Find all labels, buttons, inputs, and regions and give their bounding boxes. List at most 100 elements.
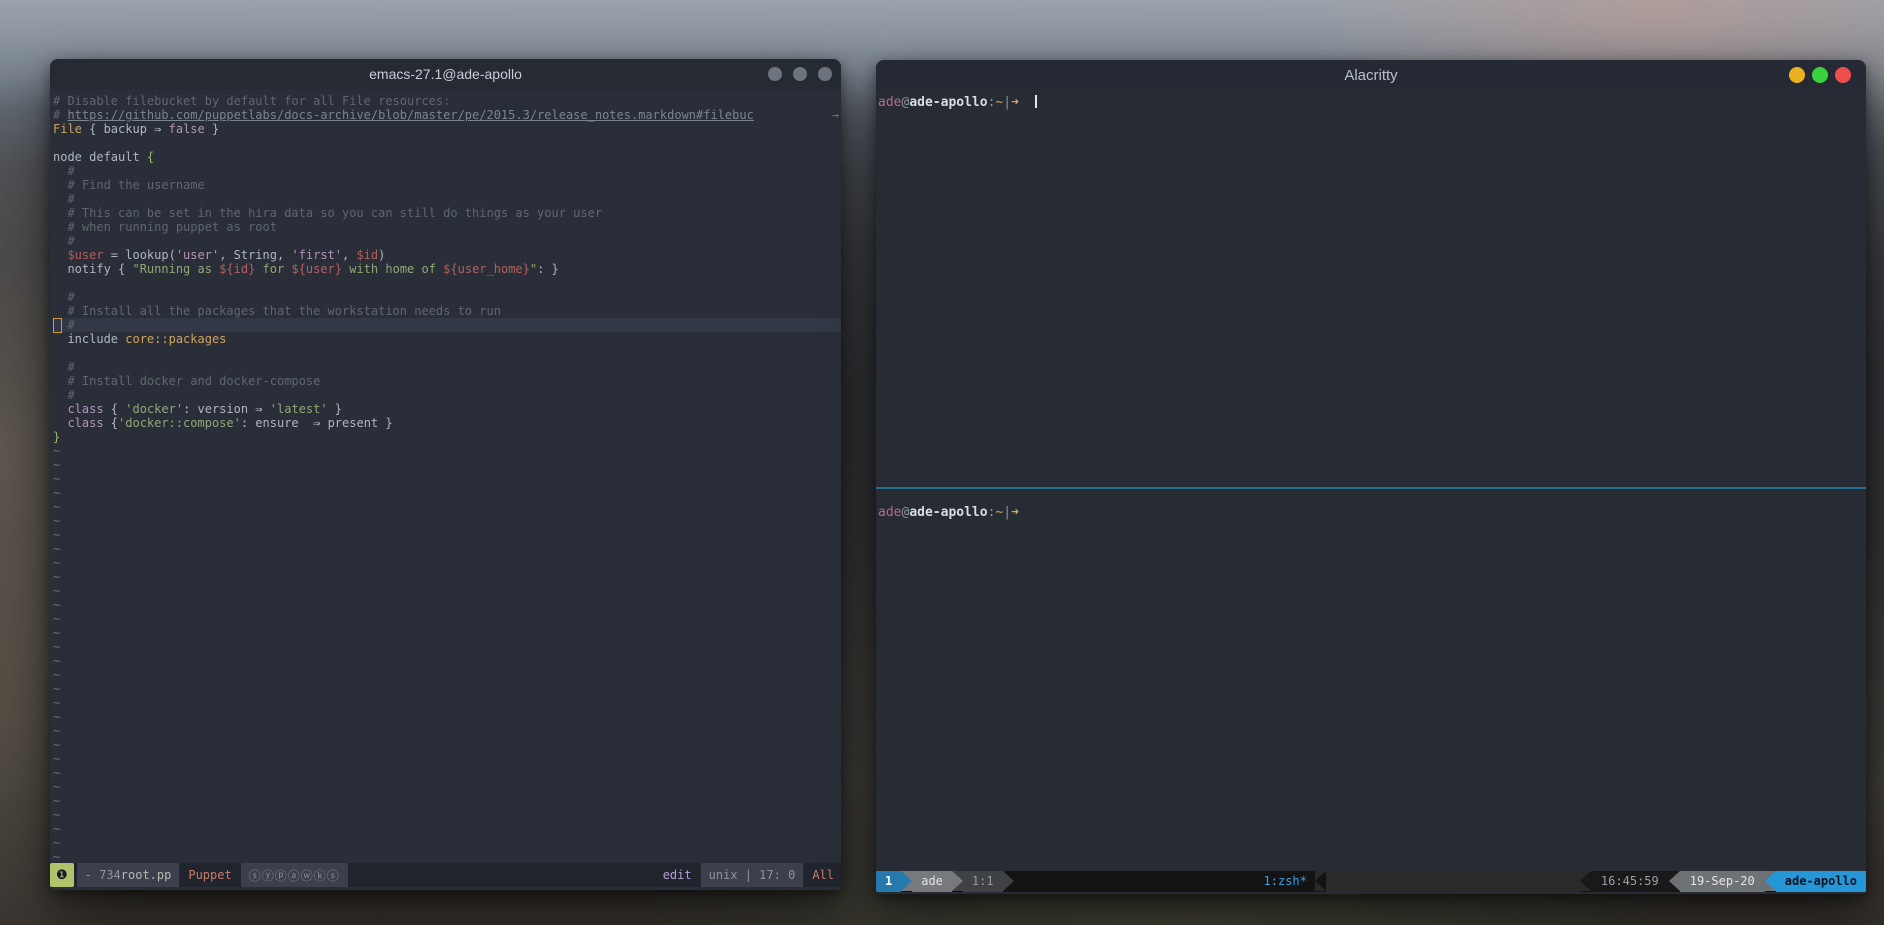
- empty-line-tilde: ~: [53, 822, 841, 836]
- prompt-pipe: |: [1003, 505, 1011, 520]
- code-token: [53, 402, 67, 416]
- code-token: #: [53, 388, 75, 402]
- major-mode-label[interactable]: Puppet: [179, 868, 240, 882]
- empty-line-tilde: ~: [53, 724, 841, 738]
- buffer-name[interactable]: root.pp: [121, 868, 172, 882]
- prompt-host: ade-apollo: [909, 95, 987, 110]
- code-line: # when running puppet as root: [53, 220, 841, 234]
- code-line: #: [53, 192, 841, 206]
- empty-line-tilde: ~: [53, 668, 841, 682]
- code-token: 'docker::compose': [118, 416, 241, 430]
- emacs-buffer[interactable]: # Disable filebucket by default for all …: [50, 89, 841, 863]
- code-token: #: [53, 360, 75, 374]
- empty-line-tilde: ~: [53, 556, 841, 570]
- tmux-active-window[interactable]: 1:zsh*: [1256, 871, 1315, 892]
- code-token: 'latest': [270, 402, 328, 416]
- empty-line-tilde: ~: [53, 836, 841, 850]
- code-line: #: [53, 290, 841, 304]
- code-token: with home of: [342, 262, 443, 276]
- code-token: { backup: [82, 122, 154, 136]
- empty-line-tilde: ~: [53, 486, 841, 500]
- code-token: false: [169, 122, 205, 136]
- tmux-user-segment: ade: [912, 871, 952, 892]
- code-token: ${id}: [219, 262, 255, 276]
- code-token: #: [53, 234, 75, 248]
- code-line: }: [53, 430, 841, 444]
- code-line: # Install all the packages that the work…: [53, 304, 841, 318]
- tmux-bar-spacer: [1014, 871, 1256, 892]
- code-line: #: [53, 234, 841, 248]
- empty-line-tilde: ~: [53, 654, 841, 668]
- code-token: [53, 416, 67, 430]
- empty-line-tilde: ~: [53, 766, 841, 780]
- code-token: class: [67, 416, 103, 430]
- code-line: notify { "Running as ${id} for ${user} w…: [53, 262, 841, 276]
- close-button-icon[interactable]: [1835, 67, 1851, 83]
- code-token: #: [53, 164, 75, 178]
- empty-line-tilde: ~: [53, 682, 841, 696]
- empty-line-tilde: ~: [53, 640, 841, 654]
- code-line: # Install docker and docker-compose: [53, 374, 841, 388]
- emacs-window[interactable]: emacs-27.1@ade-apollo # Disable filebuck…: [50, 59, 841, 890]
- empty-line-tilde: ~: [53, 542, 841, 556]
- empty-line-tilde: ~: [53, 472, 841, 486]
- code-token: File: [53, 122, 82, 136]
- code-token: ⇒: [255, 402, 262, 416]
- alacritty-window[interactable]: Alacritty ade@ade-apollo:~|➜ ade@ade-apo…: [876, 60, 1866, 894]
- powerline-arrow-icon: [1003, 871, 1014, 891]
- code-token: 'user': [176, 248, 219, 262]
- window-button-icon[interactable]: [818, 67, 832, 81]
- alacritty-titlebar[interactable]: Alacritty: [876, 60, 1866, 91]
- empty-line-tilde: ~: [53, 528, 841, 542]
- tmux-clock: 16:45:59: [1591, 871, 1669, 892]
- empty-line-tilde: ~: [53, 612, 841, 626]
- minimize-button-icon[interactable]: [1789, 67, 1805, 83]
- code-line: class {'docker::compose': ensure ⇒ prese…: [53, 416, 841, 430]
- empty-line-tilde: ~: [53, 570, 841, 584]
- empty-line-tilde: ~: [53, 738, 841, 752]
- code-line: node default {: [53, 150, 841, 164]
- code-token: # Install docker and docker-compose: [53, 374, 320, 388]
- window-button-icon[interactable]: [768, 67, 782, 81]
- code-line: # Disable filebucket by default for all …: [53, 94, 841, 108]
- emacs-window-buttons[interactable]: [768, 67, 832, 81]
- code-line: $user = lookup('user', String, 'first', …: [53, 248, 841, 262]
- tmux-hostname-badge: ade-apollo: [1776, 871, 1866, 892]
- tmux-status-bar: 1 ade 1:1 1:zsh* 16:45:59 19-Sep-20 ade-…: [876, 871, 1866, 892]
- code-token: }: [328, 402, 342, 416]
- alacritty-window-title: Alacritty: [1344, 67, 1397, 84]
- code-token: https://github.com/puppetlabs/docs-archi…: [67, 108, 753, 122]
- code-token: #: [53, 192, 75, 206]
- tmux-pane-top[interactable]: ade@ade-apollo:~|➜: [876, 91, 1866, 491]
- code-line: File { backup ⇒ false }: [53, 122, 841, 136]
- code-token: node default: [53, 150, 147, 164]
- code-token: #: [53, 108, 67, 122]
- powerline-arrow-icon: [1765, 871, 1776, 891]
- maximize-button-icon[interactable]: [1812, 67, 1828, 83]
- powerline-arrow-icon: [901, 871, 912, 891]
- emacs-titlebar[interactable]: emacs-27.1@ade-apollo: [50, 59, 841, 89]
- code-token: # Install all the packages that the work…: [53, 304, 501, 318]
- code-token: class: [67, 402, 103, 416]
- code-token: $id: [356, 248, 378, 262]
- desktop-wallpaper: emacs-27.1@ade-apollo # Disable filebuck…: [0, 0, 1884, 925]
- empty-line-tilde: ~: [53, 458, 841, 472]
- traffic-light-buttons[interactable]: [1789, 67, 1851, 83]
- code-token: : ensure: [241, 416, 313, 430]
- tmux-session-badge[interactable]: 1: [876, 871, 901, 892]
- tmux-pane-segment: 1:1: [963, 871, 1003, 892]
- empty-line-tilde: ~: [53, 444, 841, 458]
- prompt-arrow: ➜: [1011, 505, 1019, 520]
- empty-line-tilde: ~: [53, 598, 841, 612]
- code-token: →: [832, 108, 839, 122]
- window-button-icon[interactable]: [793, 67, 807, 81]
- code-token: #: [53, 290, 75, 304]
- tmux-pane-bottom[interactable]: ade@ade-apollo:~|➜: [876, 489, 1866, 887]
- tmux-bar-spacer: [1326, 871, 1580, 892]
- powerline-arrow-icon: [1580, 871, 1591, 891]
- code-token: ${user}: [291, 262, 342, 276]
- encoding-position-chip: unix | 17: 0: [701, 863, 804, 887]
- code-token: [263, 402, 270, 416]
- window-number-badge: ❶: [50, 863, 74, 887]
- code-token: ): [378, 248, 385, 262]
